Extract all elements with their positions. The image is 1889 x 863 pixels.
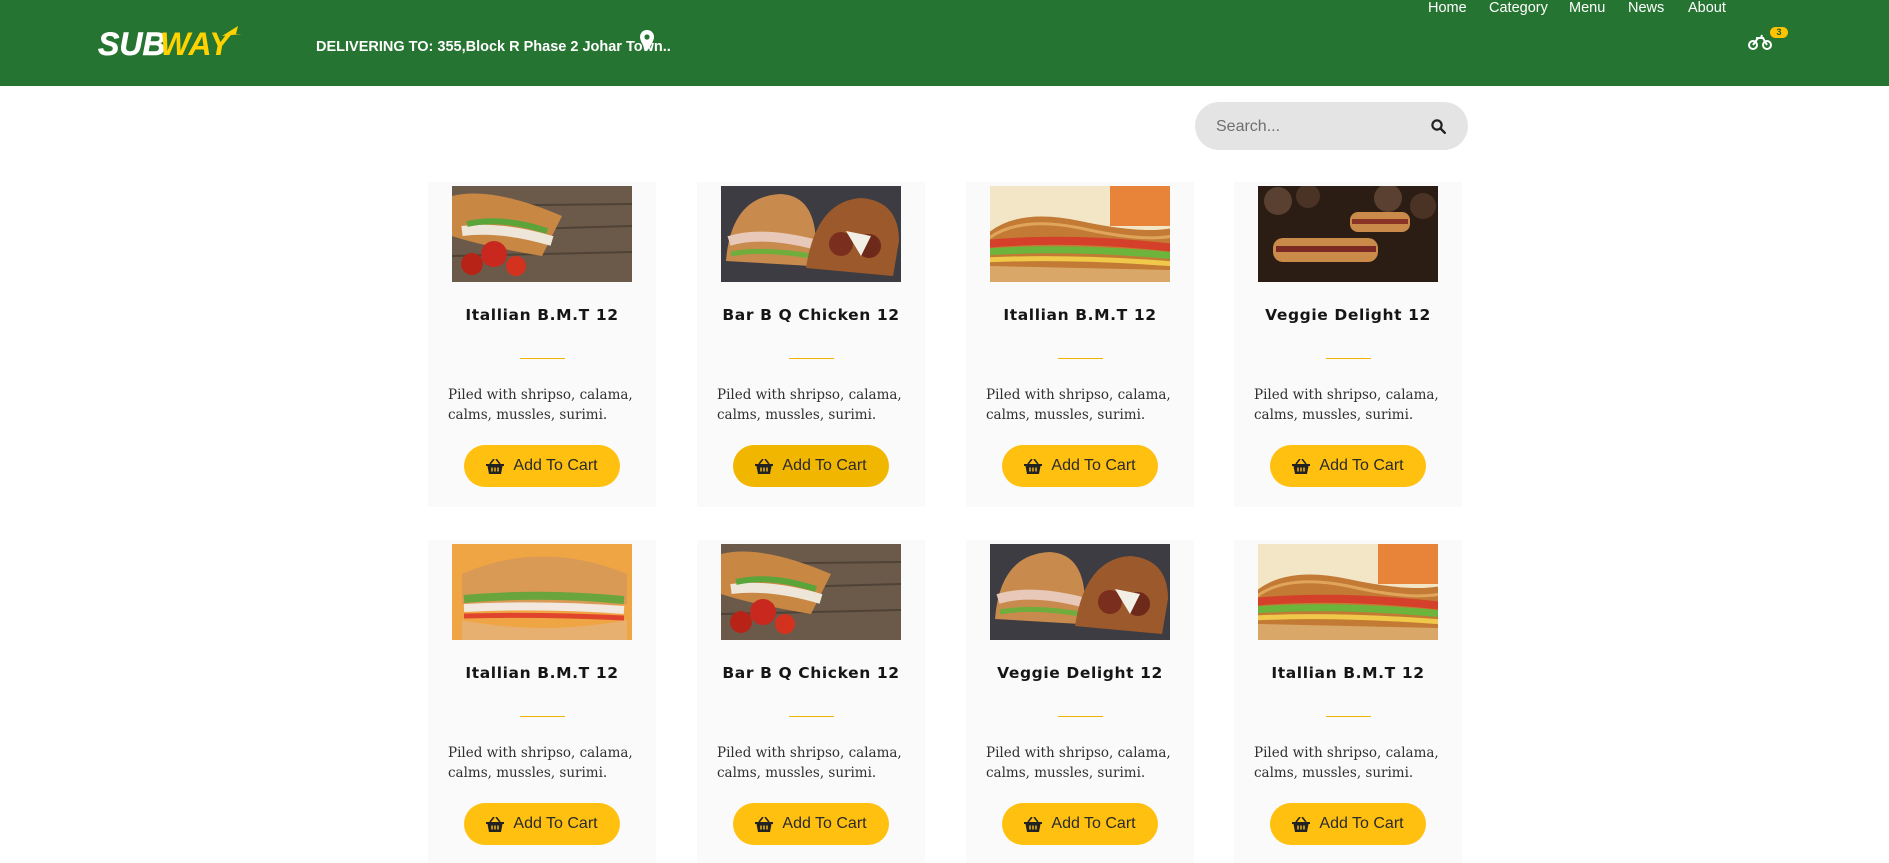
product-name: Itallian B.M.T 12	[1271, 664, 1425, 682]
add-to-cart-label: Add To Cart	[513, 457, 598, 474]
basket-icon	[486, 816, 505, 832]
add-to-cart-button[interactable]: Add To Cart	[733, 445, 889, 487]
title-divider	[789, 358, 834, 359]
add-to-cart-label: Add To Cart	[782, 457, 867, 474]
cart-button[interactable]: 3	[1748, 27, 1788, 52]
add-to-cart-button[interactable]: Add To Cart	[1002, 803, 1158, 845]
add-to-cart-button[interactable]: Add To Cart	[1002, 445, 1158, 487]
search-bar	[1195, 102, 1468, 150]
product-card: Bar B Q Chicken 12 Piled with shripso, ca…	[697, 182, 925, 507]
add-to-cart-label: Add To Cart	[513, 815, 598, 832]
basket-icon	[1024, 458, 1043, 474]
add-to-cart-label: Add To Cart	[1051, 457, 1136, 474]
product-card: Itallian B.M.T 12 Piled with shripso, cal…	[966, 182, 1194, 507]
product-description: Piled with shripso, calama, calms, mussl…	[717, 745, 902, 781]
add-to-cart-label: Add To Cart	[1051, 815, 1136, 832]
nav-news[interactable]: News	[1628, 0, 1664, 16]
product-card: Veggie Delight 12 Piled with shripso, cal…	[1234, 182, 1462, 507]
nav-home[interactable]: Home	[1428, 0, 1467, 16]
add-to-cart-button[interactable]: Add To Cart	[733, 803, 889, 845]
title-divider	[520, 716, 565, 717]
product-image[interactable]	[990, 544, 1170, 640]
title-divider	[1058, 358, 1103, 359]
product-description: Piled with shripso, calama, calms, mussl…	[717, 387, 902, 423]
basket-icon	[1024, 816, 1043, 832]
nav-about[interactable]: About	[1688, 0, 1726, 16]
product-image[interactable]	[452, 186, 632, 282]
basket-icon	[755, 458, 774, 474]
add-to-cart-button[interactable]: Add To Cart	[464, 445, 620, 487]
map-pin-icon[interactable]	[640, 30, 654, 51]
product-image[interactable]	[990, 186, 1170, 282]
cart-count-badge: 3	[1770, 27, 1788, 38]
search-icon[interactable]	[1431, 119, 1446, 134]
product-description: Piled with shripso, calama, calms, mussl…	[1254, 387, 1439, 423]
title-divider	[1058, 716, 1103, 717]
product-image[interactable]	[1258, 186, 1438, 282]
product-card: Itallian B.M.T 12 Piled with shripso, cal…	[428, 540, 656, 863]
product-description: Piled with shripso, calama, calms, mussl…	[986, 387, 1171, 423]
nav-category[interactable]: Category	[1489, 0, 1548, 16]
add-to-cart-button[interactable]: Add To Cart	[464, 803, 620, 845]
basket-icon	[1292, 458, 1311, 474]
basket-icon	[755, 816, 774, 832]
add-to-cart-label: Add To Cart	[782, 815, 867, 832]
title-divider	[520, 358, 565, 359]
product-card: Itallian B.M.T 12 Piled with shripso, cal…	[1234, 540, 1462, 863]
product-name: Bar B Q Chicken 12	[722, 306, 900, 324]
add-to-cart-button[interactable]: Add To Cart	[1270, 445, 1426, 487]
title-divider	[1326, 716, 1371, 717]
product-card: Itallian B.M.T 12 Piled with shripso, cal…	[428, 182, 656, 507]
delivery-address[interactable]: DELIVERING TO: 355,Block R Phase 2 Johar…	[316, 39, 671, 55]
basket-icon	[486, 458, 505, 474]
title-divider	[789, 716, 834, 717]
product-image[interactable]	[721, 544, 901, 640]
motorbike-icon	[1748, 34, 1772, 50]
product-image[interactable]	[1258, 544, 1438, 640]
product-name: Itallian B.M.T 12	[465, 306, 619, 324]
subway-logo[interactable]: SUB WAY	[96, 22, 244, 64]
basket-icon	[1292, 816, 1311, 832]
product-description: Piled with shripso, calama, calms, mussl…	[448, 387, 633, 423]
product-description: Piled with shripso, calama, calms, mussl…	[986, 745, 1171, 781]
search-input[interactable]	[1214, 113, 1428, 141]
title-divider	[1326, 358, 1371, 359]
product-image[interactable]	[721, 186, 901, 282]
add-to-cart-label: Add To Cart	[1319, 815, 1404, 832]
product-description: Piled with shripso, calama, calms, mussl…	[1254, 745, 1439, 781]
svg-text:WAY: WAY	[160, 26, 233, 62]
svg-text:SUB: SUB	[98, 26, 166, 62]
top-header: SUB WAY DELIVERING TO: 355,Block R Phase…	[0, 0, 1889, 86]
product-name: Itallian B.M.T 12	[465, 664, 619, 682]
product-name: Itallian B.M.T 12	[1003, 306, 1157, 324]
product-card: Bar B Q Chicken 12 Piled with shripso, ca…	[697, 540, 925, 863]
product-image[interactable]	[452, 544, 632, 640]
product-name: Veggie Delight 12	[997, 664, 1163, 682]
nav-menu[interactable]: Menu	[1569, 0, 1605, 16]
product-name: Veggie Delight 12	[1265, 306, 1431, 324]
product-description: Piled with shripso, calama, calms, mussl…	[448, 745, 633, 781]
add-to-cart-button[interactable]: Add To Cart	[1270, 803, 1426, 845]
product-card: Veggie Delight 12 Piled with shripso, cal…	[966, 540, 1194, 863]
product-name: Bar B Q Chicken 12	[722, 664, 900, 682]
add-to-cart-label: Add To Cart	[1319, 457, 1404, 474]
